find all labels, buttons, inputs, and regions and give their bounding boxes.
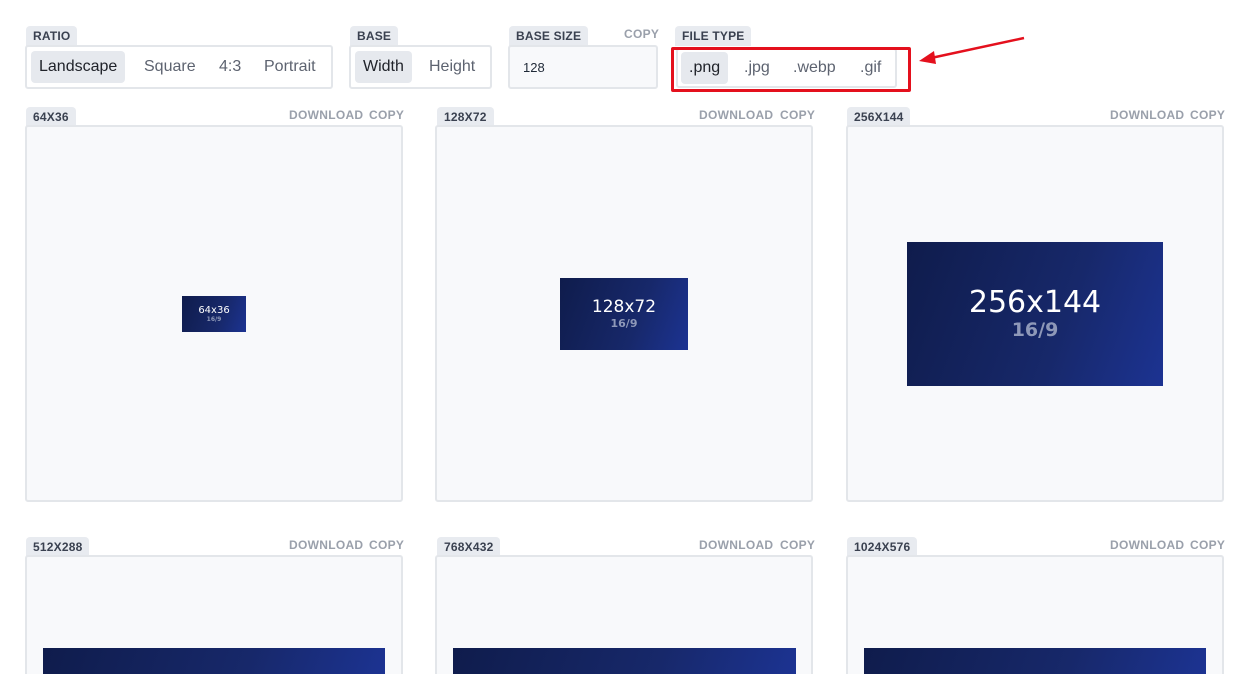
file-type-segmented: .png .jpg .webp .gif (676, 48, 897, 88)
download-button[interactable]: DOWNLOAD (289, 108, 363, 122)
preview-ratio: 16/9 (610, 317, 638, 330)
copy-button[interactable]: COPY (1190, 538, 1225, 552)
download-button[interactable]: DOWNLOAD (699, 538, 773, 552)
preview-area: 64x36 16/9 (25, 125, 403, 502)
ratio-label: RATIO (26, 26, 78, 46)
base-size-copy-button[interactable]: COPY (624, 27, 659, 41)
preview-image[interactable]: 256x144 16/9 (907, 242, 1163, 386)
ratio-option-square[interactable]: Square (136, 51, 204, 83)
download-button[interactable]: DOWNLOAD (1110, 108, 1184, 122)
file-type-label: FILE TYPE (675, 26, 752, 46)
preview-area: 128x72 16/9 (435, 125, 813, 502)
ratio-option-landscape[interactable]: Landscape (31, 51, 126, 83)
base-size-value: 128 (523, 60, 545, 75)
preview-area (25, 555, 403, 674)
preview-dimensions: 256x144 (968, 285, 1102, 320)
ratio-option-portrait[interactable]: Portrait (256, 51, 324, 83)
ratio-segmented: Landscape Square 4:3 Portrait (25, 45, 333, 89)
size-card-label: 256X144 (847, 107, 911, 127)
preview-area: 256x144 16/9 (846, 125, 1224, 502)
preview-ratio: 16/9 (1011, 319, 1059, 341)
preview-image[interactable]: 128x72 16/9 (560, 278, 688, 350)
base-segmented: Width Height (349, 45, 492, 89)
preview-ratio: 16/9 (206, 315, 222, 323)
preview-area (435, 555, 813, 674)
file-type-option-png[interactable]: .png (681, 52, 729, 84)
copy-button[interactable]: COPY (780, 108, 815, 122)
size-card-label: 128X72 (437, 107, 494, 127)
download-button[interactable]: DOWNLOAD (699, 108, 773, 122)
download-button[interactable]: DOWNLOAD (1110, 538, 1184, 552)
base-size-label: BASE SIZE (509, 26, 589, 46)
base-size-input[interactable]: 128 (508, 45, 658, 89)
preview-dimensions: 64x36 (198, 304, 230, 316)
copy-button[interactable]: COPY (780, 538, 815, 552)
file-type-option-gif[interactable]: .gif (852, 52, 889, 84)
file-type-option-webp[interactable]: .webp (785, 52, 844, 84)
size-card-label: 512X288 (26, 537, 90, 557)
preview-image[interactable]: 64x36 16/9 (182, 296, 246, 332)
ratio-option-4-3[interactable]: 4:3 (211, 51, 249, 83)
base-option-width[interactable]: Width (355, 51, 412, 83)
copy-button[interactable]: COPY (369, 538, 404, 552)
file-type-option-jpg[interactable]: .jpg (736, 52, 778, 84)
size-card-label: 64X36 (26, 107, 76, 127)
copy-button[interactable]: COPY (369, 108, 404, 122)
base-label: BASE (350, 26, 399, 46)
preview-image[interactable] (864, 648, 1206, 674)
preview-image[interactable] (43, 648, 385, 674)
preview-area (846, 555, 1224, 674)
base-option-height[interactable]: Height (421, 51, 483, 83)
preview-dimensions: 128x72 (591, 297, 657, 317)
annotation-arrow-icon (919, 36, 1025, 64)
copy-button[interactable]: COPY (1190, 108, 1225, 122)
size-card-label: 1024X576 (847, 537, 918, 557)
preview-image[interactable] (453, 648, 796, 674)
download-button[interactable]: DOWNLOAD (289, 538, 363, 552)
size-card-label: 768X432 (437, 537, 501, 557)
